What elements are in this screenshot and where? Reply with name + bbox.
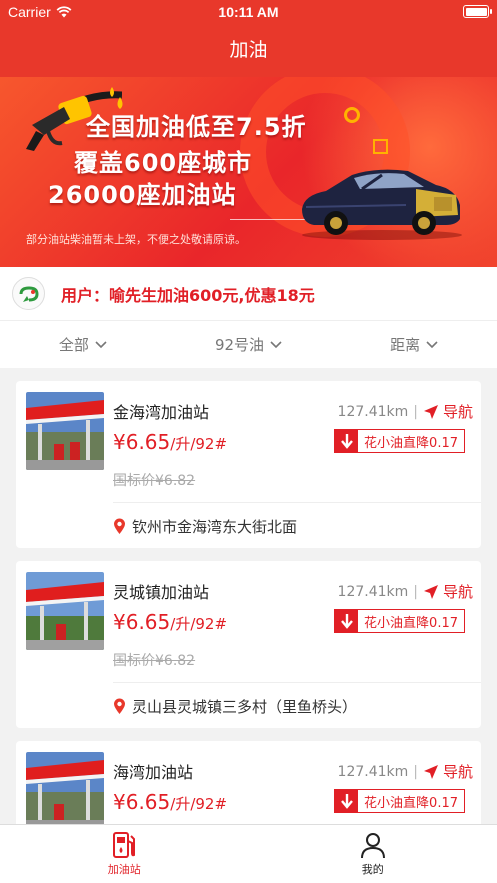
station-price: ¥6.65/升/92# bbox=[113, 610, 227, 634]
navigate-button[interactable]: 导航 bbox=[423, 761, 473, 782]
navigation-arrow-icon bbox=[423, 764, 438, 779]
navigate-button[interactable]: 导航 bbox=[423, 401, 473, 422]
station-address: 灵山县灵城镇三多村（里鱼桥头） bbox=[113, 696, 357, 717]
filter-distance[interactable]: 距离 bbox=[331, 321, 497, 368]
filter-category-label: 全部 bbox=[58, 336, 89, 354]
user-discount-notice: 用户：喻先生加油600元,优惠18元 bbox=[0, 267, 497, 320]
station-card[interactable]: 海湾加油站 ¥6.65/升/92# 127.41km | 导航 花小油直降0.1… bbox=[16, 741, 481, 830]
station-photo bbox=[26, 572, 104, 650]
user-icon bbox=[360, 833, 385, 859]
clock: 10:11 AM bbox=[218, 4, 279, 20]
distance-value: 127.41km bbox=[337, 583, 409, 600]
location-pin-icon bbox=[114, 518, 125, 534]
separator: | bbox=[413, 583, 418, 600]
list-price: 国标价¥6.82 bbox=[113, 653, 196, 669]
station-card[interactable]: 金海湾加油站 ¥6.65/升/92# 国标价¥6.82 127.41km | 导… bbox=[16, 381, 481, 548]
tab-profile-label: 我的 bbox=[361, 863, 384, 876]
promo-banner[interactable]: 全国加油低至7.5折 覆盖600座城市 26000座加油站 部分油站柴油暂未上架… bbox=[0, 77, 497, 267]
navigate-label: 导航 bbox=[442, 403, 473, 421]
station-name: 灵城镇加油站 bbox=[113, 583, 210, 602]
bottom-tab-bar: 加油站 我的 bbox=[0, 824, 497, 883]
filter-bar: 全部 92号油 距离 bbox=[0, 320, 497, 368]
price-drop-icon bbox=[335, 430, 359, 452]
station-price: ¥6.65/升/92# bbox=[113, 430, 227, 454]
banner-note: 部分油站柴油暂未上架，不便之处敬请原谅。 bbox=[26, 233, 246, 246]
separator: | bbox=[413, 763, 418, 780]
filter-distance-label: 距离 bbox=[390, 336, 421, 354]
filter-category[interactable]: 全部 bbox=[0, 321, 166, 368]
station-photo bbox=[26, 392, 104, 470]
distance-row: 127.41km | 导航 bbox=[338, 581, 473, 602]
station-price: ¥6.65/升/92# bbox=[113, 790, 227, 814]
discount-text: 花小油直降0.17 bbox=[364, 795, 458, 811]
price-value: ¥6.65 bbox=[113, 430, 171, 454]
price-value: ¥6.65 bbox=[113, 790, 171, 814]
banner-subline-stations: 26000座加油站 bbox=[48, 181, 237, 209]
distance-row: 127.41km | 导航 bbox=[338, 761, 473, 782]
distance-value: 127.41km bbox=[337, 403, 409, 420]
banner-subline-cities: 覆盖600座城市 bbox=[74, 149, 253, 177]
location-pin-icon bbox=[114, 698, 125, 714]
price-drop-icon bbox=[335, 610, 359, 632]
navigate-label: 导航 bbox=[442, 583, 473, 601]
navigation-arrow-icon bbox=[423, 584, 438, 599]
separator: | bbox=[413, 403, 418, 420]
filter-fuel-type[interactable]: 92号油 bbox=[166, 321, 332, 368]
navigation-arrow-icon bbox=[423, 404, 438, 419]
chevron-down-icon bbox=[270, 340, 282, 348]
distance-row: 127.41km | 导航 bbox=[338, 401, 473, 422]
decor-square bbox=[373, 139, 388, 154]
banner-headline: 全国加油低至7.5折 bbox=[86, 113, 307, 141]
filter-fuel-type-label: 92号油 bbox=[214, 336, 265, 354]
station-address: 钦州市金海湾东大街北面 bbox=[113, 516, 297, 537]
user-discount-text: 用户：喻先生加油600元,优惠18元 bbox=[61, 285, 315, 305]
page-title: 加油 bbox=[0, 24, 497, 77]
station-name: 金海湾加油站 bbox=[113, 403, 210, 422]
chevron-down-icon bbox=[426, 340, 438, 348]
brand-logo-icon bbox=[12, 277, 45, 310]
tab-profile[interactable]: 我的 bbox=[249, 825, 497, 883]
divider bbox=[113, 502, 481, 503]
discount-text: 花小油直降0.17 bbox=[364, 615, 458, 631]
car-illustration bbox=[302, 169, 462, 240]
price-drop-icon bbox=[335, 790, 359, 812]
station-photo bbox=[26, 752, 104, 830]
tab-gas-station[interactable]: 加油站 bbox=[0, 825, 249, 883]
tab-gas-station-label: 加油站 bbox=[107, 863, 141, 876]
navigate-button[interactable]: 导航 bbox=[423, 581, 473, 602]
discount-text: 花小油直降0.17 bbox=[364, 435, 458, 451]
discount-badge: 花小油直降0.17 bbox=[334, 609, 465, 633]
station-name: 海湾加油站 bbox=[113, 763, 194, 782]
status-bar: Carrier 10:11 AM bbox=[0, 0, 497, 24]
fuel-pump-icon bbox=[113, 832, 136, 858]
divider bbox=[113, 682, 481, 683]
price-unit: /升/92# bbox=[170, 435, 228, 453]
station-card[interactable]: 灵城镇加油站 ¥6.65/升/92# 国标价¥6.82 127.41km | 导… bbox=[16, 561, 481, 728]
battery-icon bbox=[463, 5, 492, 18]
navigate-label: 导航 bbox=[442, 763, 473, 781]
address-text: 灵山县灵城镇三多村（里鱼桥头） bbox=[132, 698, 358, 716]
price-unit: /升/92# bbox=[170, 615, 228, 633]
discount-badge: 花小油直降0.17 bbox=[334, 789, 465, 813]
list-price: 国标价¥6.82 bbox=[113, 473, 196, 489]
decor-circle bbox=[344, 107, 360, 123]
chevron-down-icon bbox=[95, 340, 107, 348]
discount-badge: 花小油直降0.17 bbox=[334, 429, 465, 453]
address-text: 钦州市金海湾东大街北面 bbox=[132, 518, 298, 536]
price-unit: /升/92# bbox=[170, 795, 228, 813]
price-value: ¥6.65 bbox=[113, 610, 171, 634]
distance-value: 127.41km bbox=[337, 763, 409, 780]
